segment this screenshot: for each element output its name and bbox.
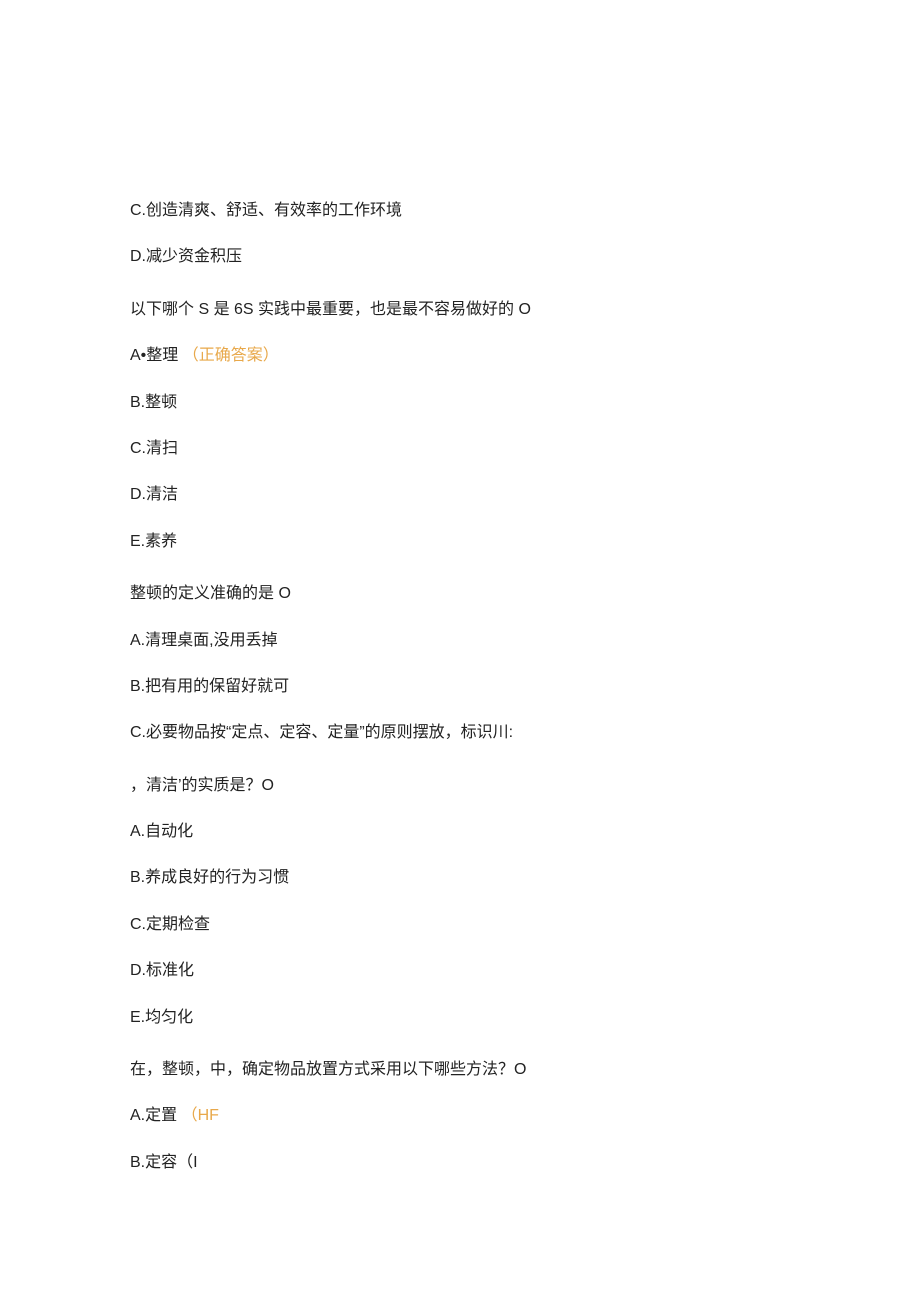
question-text: 在，整顿，中，确定物品放置方式采用以下哪些方法？O: [130, 1059, 790, 1081]
option-e: E.均匀化: [130, 1007, 790, 1029]
question-text: 整顿的定义准确的是 O: [130, 583, 790, 605]
option-a: A.定置 （HF: [130, 1105, 790, 1127]
option-b: B.养成良好的行为习惯: [130, 867, 790, 889]
correct-answer-label: （正确答案）: [183, 347, 279, 364]
question-block-5: 在，整顿，中，确定物品放置方式采用以下哪些方法？O A.定置 （HF B.定容（…: [130, 1059, 790, 1174]
option-a: A.自动化: [130, 821, 790, 843]
option-d: D.减少资金积压: [130, 246, 790, 268]
option-d: D.标准化: [130, 960, 790, 982]
option-e: E.素养: [130, 531, 790, 553]
option-b: B.定容（I: [130, 1152, 790, 1174]
option-a-prefix: A.定置: [130, 1107, 177, 1124]
option-a: A•整理 （正确答案）: [130, 345, 790, 367]
option-c: C.清扫: [130, 438, 790, 460]
question-block-1: C.创造清爽、舒适、有效率的工作环境 D.减少资金积压: [130, 200, 790, 269]
option-a-note: （HF: [182, 1107, 219, 1124]
question-text: 以下哪个 S 是 6S 实践中最重要，也是最不容易做好的 O: [130, 299, 790, 321]
option-a: A.清理桌面,没用丢掉: [130, 630, 790, 652]
option-b: B.整顿: [130, 392, 790, 414]
question-block-2: 以下哪个 S 是 6S 实践中最重要，也是最不容易做好的 O A•整理 （正确答…: [130, 299, 790, 553]
option-c: C.必要物品按“定点、定容、定量”的原则摆放，标识川:: [130, 722, 790, 744]
option-d: D.清洁: [130, 484, 790, 506]
option-c: C.定期检查: [130, 914, 790, 936]
option-a-prefix: A•整理: [130, 347, 178, 364]
option-b: B.把有用的保留好就可: [130, 676, 790, 698]
question-text: ，清洁’的实质是？O: [130, 775, 790, 797]
document-page: C.创造清爽、舒适、有效率的工作环境 D.减少资金积压 以下哪个 S 是 6S …: [0, 0, 920, 1278]
question-block-4: ，清洁’的实质是？O A.自动化 B.养成良好的行为习惯 C.定期检查 D.标准…: [130, 775, 790, 1029]
option-c: C.创造清爽、舒适、有效率的工作环境: [130, 200, 790, 222]
question-block-3: 整顿的定义准确的是 O A.清理桌面,没用丢掉 B.把有用的保留好就可 C.必要…: [130, 583, 790, 745]
